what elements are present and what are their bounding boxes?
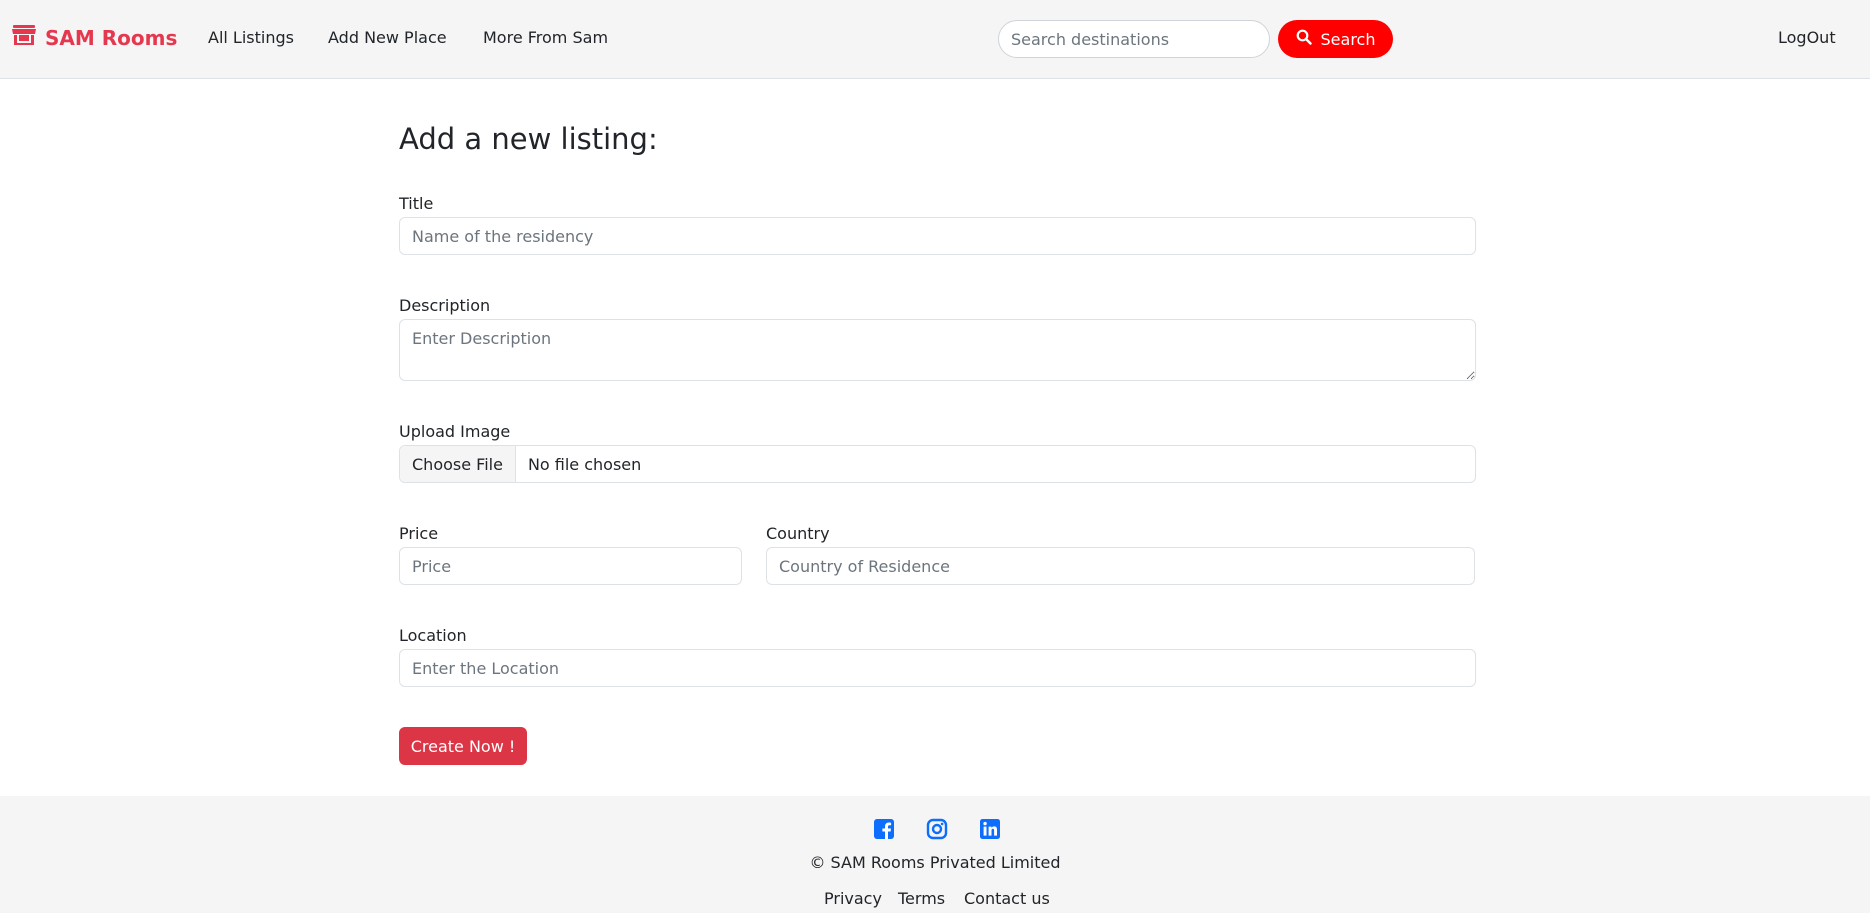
upload-image-label: Upload Image bbox=[399, 422, 511, 441]
search-button-label: Search bbox=[1320, 29, 1376, 49]
store-icon bbox=[11, 24, 37, 51]
brand-logo-link[interactable]: SAM Rooms bbox=[11, 24, 177, 51]
linkedin-icon[interactable] bbox=[979, 818, 1001, 840]
nav-link-all-listings[interactable]: All Listings bbox=[208, 28, 294, 47]
location-label: Location bbox=[399, 626, 467, 645]
file-status-text: No file chosen bbox=[527, 454, 642, 474]
country-label: Country bbox=[766, 524, 830, 543]
page-title: Add a new listing: bbox=[399, 122, 658, 156]
search-input[interactable] bbox=[998, 20, 1270, 58]
create-now-button[interactable]: Create Now ! bbox=[399, 727, 527, 765]
choose-file-button[interactable]: Choose File bbox=[400, 446, 516, 482]
footer-link-contact-us[interactable]: Contact us bbox=[964, 889, 1050, 908]
image-file-input[interactable]: Choose File No file chosen bbox=[399, 445, 1476, 483]
country-input[interactable] bbox=[766, 547, 1475, 585]
price-input[interactable] bbox=[399, 547, 742, 585]
facebook-icon[interactable] bbox=[873, 818, 895, 840]
search-button[interactable]: Search bbox=[1278, 20, 1393, 58]
navbar: SAM Rooms All Listings Add New Place Mor… bbox=[0, 0, 1870, 79]
description-textarea[interactable] bbox=[399, 319, 1476, 381]
footer-link-privacy[interactable]: Privacy bbox=[824, 889, 882, 908]
footer: © SAM Rooms Privated Limited Privacy Ter… bbox=[0, 796, 1870, 913]
copyright-text: © SAM Rooms Privated Limited bbox=[809, 853, 1061, 872]
price-label: Price bbox=[399, 524, 439, 543]
nav-link-more-from-sam[interactable]: More From Sam bbox=[483, 28, 608, 47]
description-label: Description bbox=[399, 296, 491, 315]
location-input[interactable] bbox=[399, 649, 1476, 687]
title-label: Title bbox=[399, 194, 434, 213]
instagram-icon[interactable] bbox=[926, 818, 948, 840]
footer-link-terms[interactable]: Terms bbox=[898, 889, 945, 908]
logout-link[interactable]: LogOut bbox=[1778, 28, 1836, 47]
search-icon bbox=[1296, 29, 1312, 49]
brand-name: SAM Rooms bbox=[45, 25, 178, 50]
nav-link-add-new-place[interactable]: Add New Place bbox=[328, 28, 447, 47]
title-input[interactable] bbox=[399, 217, 1476, 255]
